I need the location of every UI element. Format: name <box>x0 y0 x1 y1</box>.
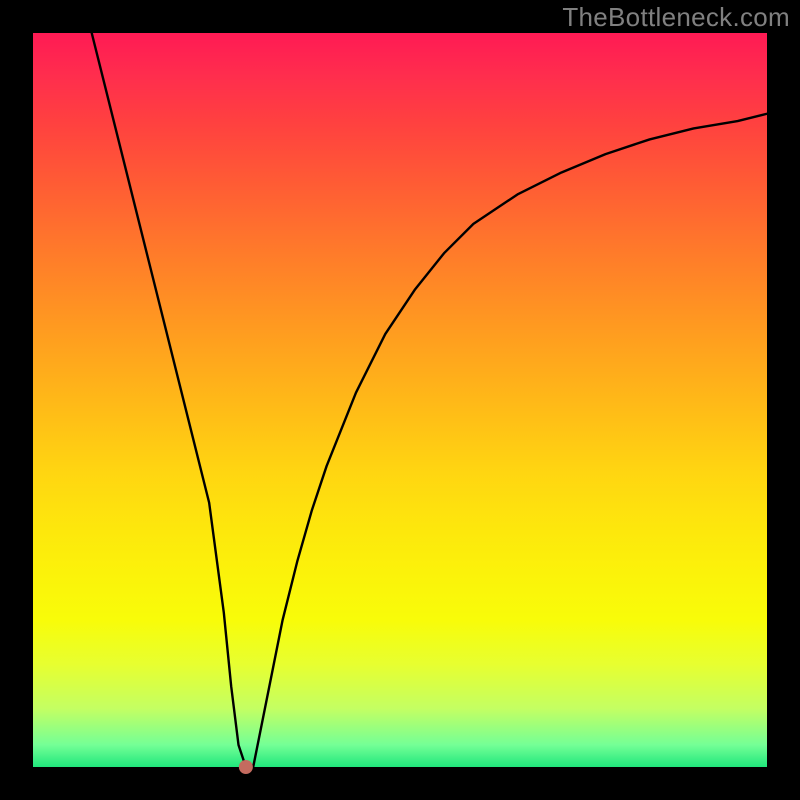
optimum-marker <box>239 760 253 774</box>
watermark: TheBottleneck.com <box>562 2 790 33</box>
bottleneck-curve <box>92 33 767 767</box>
chart-stage: TheBottleneck.com <box>0 0 800 800</box>
plot-area <box>33 33 767 767</box>
curve-svg <box>33 33 767 767</box>
